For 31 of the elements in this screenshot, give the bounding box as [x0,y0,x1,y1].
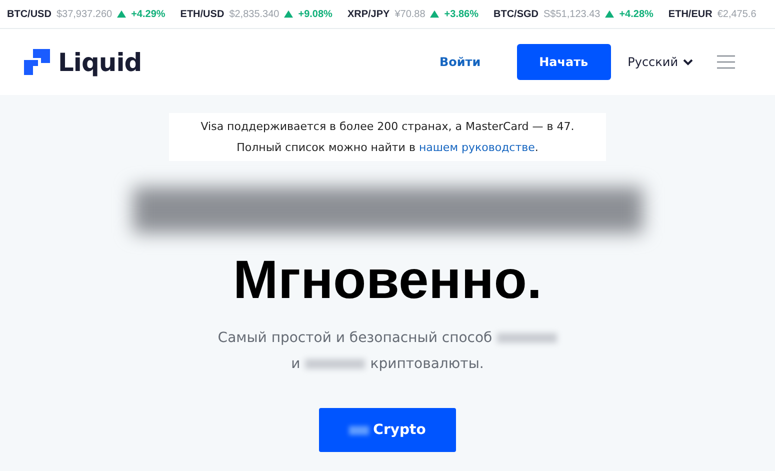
buy-crypto-button[interactable]: Crypto [319,408,456,452]
blurred-text [497,333,558,343]
blurred-text [305,359,366,369]
menu-icon[interactable] [717,55,735,69]
subtitle-text: криптовалюты. [370,355,484,373]
currency-pair[interactable]: ETH/EUR [668,8,712,20]
price: €2,475.6 [717,8,756,20]
headline: Мгновенно. [233,249,542,311]
currency-pair[interactable]: ETH/USD [180,8,224,20]
price-change: +4.29% [131,8,166,20]
price: S$51,123.43 [544,8,600,20]
notice-text: Полный список можно найти в нашем руководстве. [236,140,538,156]
login-link[interactable]: Войти [439,55,481,69]
logo[interactable]: Liquid [24,48,142,76]
currency-pair[interactable]: XRP/JPY [347,8,390,20]
subtitle-text: и [291,355,300,373]
price: $2,835.340 [229,8,280,20]
subtitle-text: Самый простой и безопасный способ [218,329,492,347]
chevron-down-icon [683,58,693,66]
price-change: +4.28% [619,8,654,20]
notice-text: Visa поддерживается в более 200 странах, а MasterCard — в 47. [200,119,574,135]
language-selector[interactable]: Русский [628,55,693,69]
price-change: +9.08% [298,8,332,20]
currency-pair[interactable]: BTC/USD [7,8,52,20]
start-button[interactable]: Начать [516,44,611,80]
currency-pair[interactable]: BTC/SGD [494,8,538,20]
price: $37,937.260 [56,8,112,20]
price-change: +3.86% [444,8,478,20]
price: ¥70.88 [394,8,426,20]
logo-icon [24,49,50,75]
guide-link[interactable]: нашем руководстве [418,141,535,154]
